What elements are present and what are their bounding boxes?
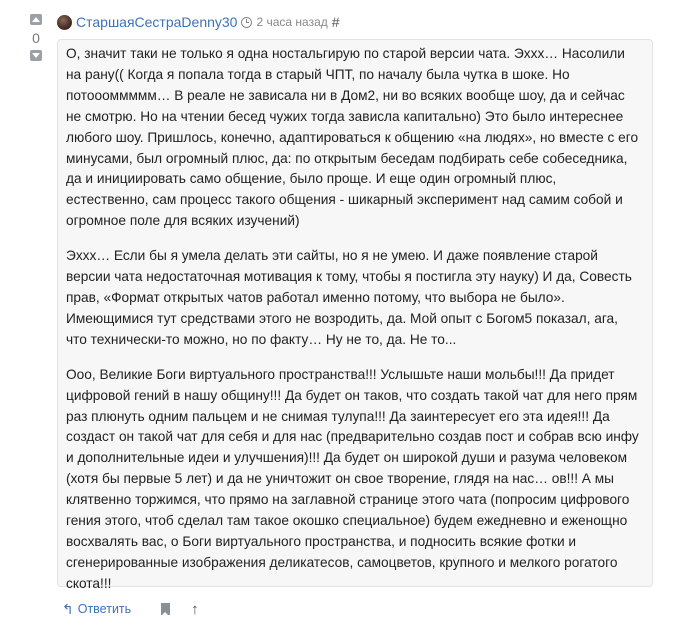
comment-actions: ↰ Ответить ↑	[62, 598, 199, 620]
reply-icon: ↰	[62, 601, 74, 617]
reply-button[interactable]: ↰ Ответить	[62, 602, 131, 616]
vote-down-icon[interactable]	[30, 50, 42, 61]
timestamp: 2 часа назад	[256, 15, 328, 29]
vote-widget: 0	[28, 14, 44, 61]
bookmark-icon[interactable]	[161, 603, 171, 616]
arrow-up-icon[interactable]: ↑	[191, 602, 199, 617]
comment-header: СтаршаяСестраDenny30 2 часа назад #	[57, 12, 340, 32]
clock-icon	[241, 16, 253, 28]
reply-label: Ответить	[77, 602, 132, 616]
comment-paragraph: О, значит таки не только я одна ностальг…	[66, 46, 639, 229]
avatar[interactable]	[57, 14, 72, 30]
comment-body: О, значит таки не только я одна ностальг…	[57, 39, 653, 591]
comment-paragraph: Эххх… Если бы я умела делать эти сайты, …	[66, 248, 632, 347]
comment-paragraph: Ооо, Великие Боги виртуального пространс…	[66, 366, 639, 591]
author-link[interactable]: СтаршаяСестраDenny30	[76, 14, 237, 30]
vote-count: 0	[32, 30, 40, 46]
permalink[interactable]: #	[332, 14, 340, 30]
vote-up-icon[interactable]	[30, 14, 42, 25]
